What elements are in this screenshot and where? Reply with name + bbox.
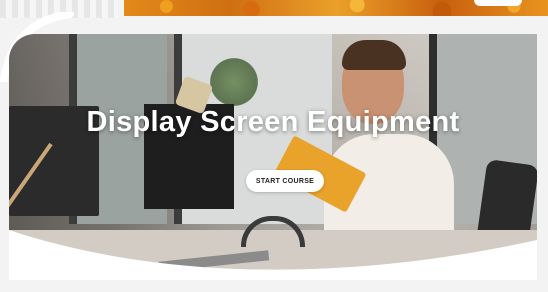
banner-tab bbox=[474, 0, 522, 6]
person-hair bbox=[342, 40, 406, 70]
start-course-button[interactable]: START COURSE bbox=[246, 170, 324, 192]
top-banner-image bbox=[124, 0, 548, 16]
bottom-wave bbox=[9, 230, 537, 280]
background-plant bbox=[209, 52, 259, 112]
hero-title: Display Screen Equipment bbox=[86, 106, 460, 138]
hero-banner: Display Screen Equipment START COURSE bbox=[9, 34, 537, 280]
